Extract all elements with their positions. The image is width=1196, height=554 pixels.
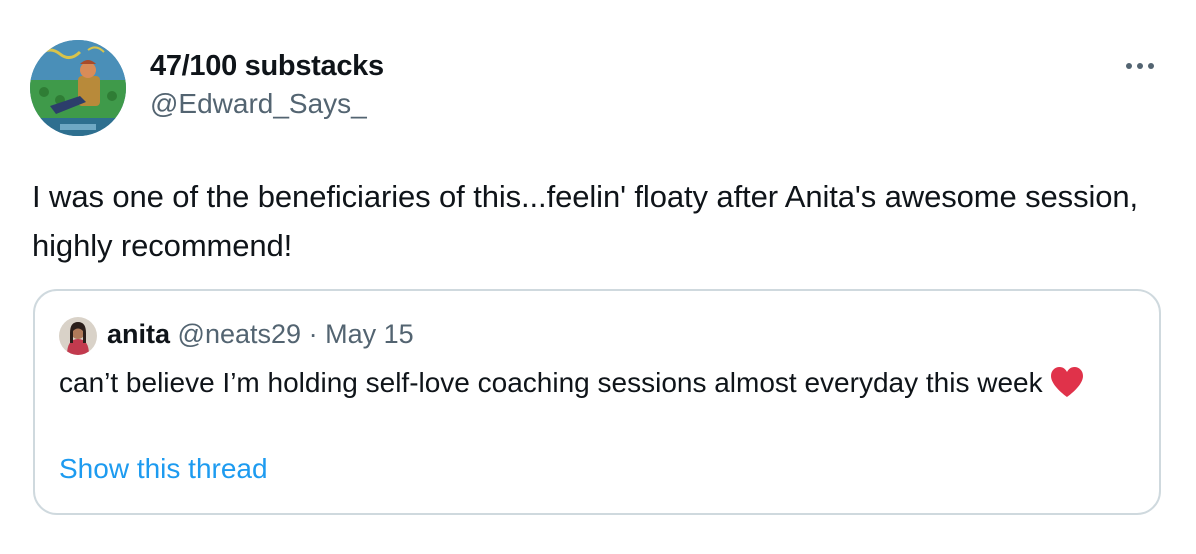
quoted-tweet-date[interactable]: May 15: [325, 319, 414, 349]
show-thread-link[interactable]: Show this thread: [59, 453, 268, 485]
more-options-button[interactable]: [1118, 50, 1162, 82]
quoted-tweet-card[interactable]: anita @neats29 · May 15 can’t believe I’…: [33, 289, 1161, 515]
quoted-author-handle[interactable]: @neats29: [178, 319, 302, 349]
author-display-name[interactable]: 47/100 substacks: [150, 50, 384, 83]
quoted-tweet-header: anita @neats29 · May 15: [107, 319, 414, 350]
heart-icon: [1050, 367, 1083, 397]
tweet-text: I was one of the beneficiaries of this..…: [32, 179, 1139, 263]
quoted-tweet-text: can’t believe I’m holding self-love coac…: [59, 367, 1043, 398]
quoted-author-avatar-image: [59, 317, 97, 355]
author-avatar[interactable]: [30, 40, 126, 136]
author-handle[interactable]: @Edward_Says_: [150, 88, 367, 120]
tweet: 47/100 substacks @Edward_Says_ I was one…: [0, 0, 1196, 554]
header-separator: ·: [308, 319, 318, 349]
quoted-author-name[interactable]: anita: [107, 319, 170, 349]
quoted-tweet-text-block: can’t believe I’m holding self-love coac…: [59, 363, 1119, 409]
red-heart-emoji: [1049, 366, 1085, 409]
more-horizontal-icon: [1126, 63, 1154, 69]
author-avatar-image: [30, 40, 126, 136]
quoted-author-avatar[interactable]: [59, 317, 97, 355]
